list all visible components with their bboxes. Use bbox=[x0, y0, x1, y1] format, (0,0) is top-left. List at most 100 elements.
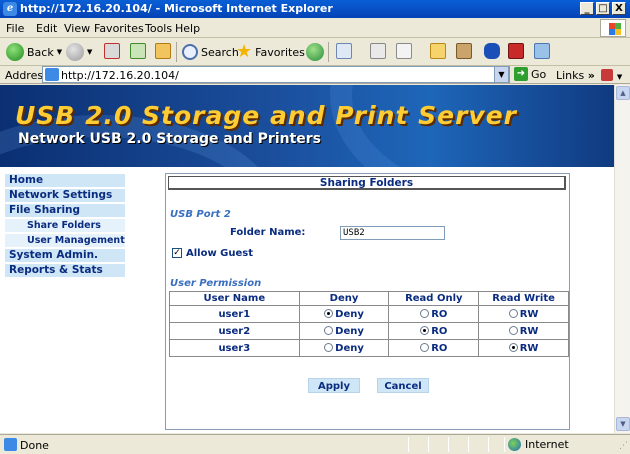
links-label: Links bbox=[556, 69, 585, 82]
nav-system-admin[interactable]: System Admin. bbox=[5, 249, 125, 262]
star-icon: ★ bbox=[236, 41, 253, 62]
sidebar-nav: Home Network Settings File Sharing Share… bbox=[5, 174, 125, 279]
go-arrow-icon: ➜ bbox=[514, 67, 528, 81]
status-separator bbox=[448, 437, 449, 452]
permission-cell-ro: RO bbox=[388, 322, 480, 340]
permission-cell-ro: RO bbox=[388, 339, 480, 357]
maximize-button[interactable]: □ bbox=[596, 2, 610, 15]
banner-subtitle: Network USB 2.0 Storage and Printers bbox=[18, 131, 322, 147]
ie-icon: e bbox=[3, 2, 17, 16]
status-text: Done bbox=[20, 439, 49, 452]
banner-title: USB 2.0 Storage and Print Server bbox=[15, 101, 517, 130]
radio-deny[interactable] bbox=[324, 308, 334, 318]
col-read-only: Read Only bbox=[388, 291, 480, 306]
bluetooth-icon[interactable] bbox=[484, 43, 500, 59]
allow-guest-label: Allow Guest bbox=[186, 248, 254, 259]
extension-icon[interactable] bbox=[601, 69, 614, 81]
address-dropdown-button[interactable]: ▼ bbox=[494, 66, 509, 83]
dropdown-arrow-icon[interactable]: ▼ bbox=[57, 48, 62, 56]
col-read-write: Read Write bbox=[478, 291, 569, 306]
links-button[interactable]: Links » ▼ bbox=[556, 69, 622, 82]
col-deny: Deny bbox=[298, 291, 390, 306]
radio-label-deny: Deny bbox=[335, 342, 364, 354]
page-viewport: USB 2.0 Storage and Print Server Network… bbox=[0, 85, 614, 433]
minimize-button[interactable]: _ bbox=[580, 2, 594, 15]
refresh-icon[interactable] bbox=[130, 43, 146, 59]
permission-table: User Name Deny Read Only Read Write user… bbox=[169, 291, 569, 357]
allow-guest-checkbox[interactable]: ✓ bbox=[172, 248, 182, 258]
scroll-up-button[interactable]: ▲ bbox=[616, 86, 630, 100]
close-button[interactable]: X bbox=[612, 2, 626, 15]
stop-icon[interactable] bbox=[104, 43, 120, 59]
nav-reports-stats[interactable]: Reports & Stats bbox=[5, 264, 125, 277]
status-separator bbox=[504, 437, 505, 452]
status-separator bbox=[408, 437, 409, 452]
radio-rw[interactable] bbox=[508, 325, 518, 335]
radio-ro[interactable] bbox=[420, 325, 430, 335]
dropdown-arrow-icon[interactable]: ▼ bbox=[87, 48, 92, 56]
dropdown-arrow-icon[interactable]: ▼ bbox=[617, 73, 622, 81]
vertical-scrollbar[interactable]: ▲ ▼ bbox=[614, 85, 630, 433]
go-label: Go bbox=[531, 67, 547, 81]
nav-network-settings[interactable]: Network Settings bbox=[5, 189, 125, 202]
security-zone: Internet bbox=[508, 438, 569, 451]
radio-label-rw: RW bbox=[519, 342, 539, 354]
messenger-icon[interactable] bbox=[508, 43, 524, 59]
table-row: user2 Deny RO RW bbox=[169, 322, 569, 340]
home-icon[interactable] bbox=[155, 43, 171, 59]
scroll-down-button[interactable]: ▼ bbox=[616, 417, 630, 431]
search-label: Search bbox=[201, 45, 239, 59]
menu-view[interactable]: View bbox=[64, 22, 90, 35]
radio-label-ro: RO bbox=[431, 308, 448, 320]
menu-favorites[interactable]: Favorites bbox=[94, 22, 144, 35]
edit-icon[interactable] bbox=[396, 43, 412, 59]
permission-cell-ro: RO bbox=[388, 305, 480, 323]
media-icon[interactable] bbox=[306, 43, 324, 61]
status-separator bbox=[468, 437, 469, 452]
search-button[interactable]: Search bbox=[182, 43, 239, 61]
discuss-icon[interactable] bbox=[430, 43, 446, 59]
research-icon[interactable] bbox=[456, 43, 472, 59]
radio-ro[interactable] bbox=[420, 342, 430, 352]
window-title-bar: e http://172.16.20.104/ - Microsoft Inte… bbox=[0, 0, 630, 18]
col-user-name: User Name bbox=[169, 291, 300, 306]
resize-grip-icon[interactable]: ⋰ bbox=[619, 441, 628, 451]
radio-deny[interactable] bbox=[324, 325, 334, 335]
cancel-button[interactable]: Cancel bbox=[377, 378, 429, 393]
address-bar: Address http://172.16.20.104/ ▼ ➜ Go Lin… bbox=[0, 66, 630, 84]
forward-button[interactable]: ▼ bbox=[66, 43, 92, 61]
back-arrow-icon bbox=[6, 43, 24, 61]
radio-deny[interactable] bbox=[324, 342, 334, 352]
print-icon[interactable] bbox=[370, 43, 386, 59]
toolbar-separator bbox=[328, 42, 329, 62]
nav-home[interactable]: Home bbox=[5, 174, 125, 187]
folder-name-field[interactable]: USB2 bbox=[340, 226, 445, 240]
user-name-cell: user3 bbox=[169, 339, 300, 357]
nav-user-management[interactable]: User Management bbox=[5, 234, 125, 247]
radio-rw[interactable] bbox=[508, 308, 518, 318]
apply-button[interactable]: Apply bbox=[308, 378, 360, 393]
address-input[interactable]: http://172.16.20.104/ bbox=[42, 66, 510, 83]
radio-label-deny: Deny bbox=[335, 308, 364, 320]
favorites-button[interactable]: ★ Favorites bbox=[236, 43, 305, 61]
table-row: user3 Deny RO RW bbox=[169, 339, 569, 357]
status-separator bbox=[428, 437, 429, 452]
menu-help[interactable]: Help bbox=[175, 22, 200, 35]
table-row: user1 Deny RO RW bbox=[169, 305, 569, 323]
radio-ro[interactable] bbox=[420, 308, 430, 318]
toolbar: Back ▼ ▼ Search ★ Favorites bbox=[0, 38, 630, 66]
menu-tools[interactable]: Tools bbox=[145, 22, 172, 35]
nav-file-sharing[interactable]: File Sharing bbox=[5, 204, 125, 217]
back-button[interactable]: Back ▼ bbox=[6, 43, 62, 61]
menu-file[interactable]: File bbox=[6, 22, 24, 35]
nav-share-folders[interactable]: Share Folders bbox=[5, 219, 125, 232]
radio-label-rw: RW bbox=[519, 308, 539, 320]
mail-icon[interactable] bbox=[336, 43, 352, 59]
radio-rw[interactable] bbox=[508, 342, 518, 352]
table-header-row: User Name Deny Read Only Read Write bbox=[169, 291, 569, 306]
windows-logo-icon bbox=[600, 19, 626, 37]
go-button[interactable]: ➜ Go bbox=[514, 67, 546, 81]
tools-icon[interactable] bbox=[534, 43, 550, 59]
menu-edit[interactable]: Edit bbox=[36, 22, 57, 35]
sharing-folders-panel: Sharing Folders USB Port 2 Folder Name: … bbox=[165, 173, 570, 430]
